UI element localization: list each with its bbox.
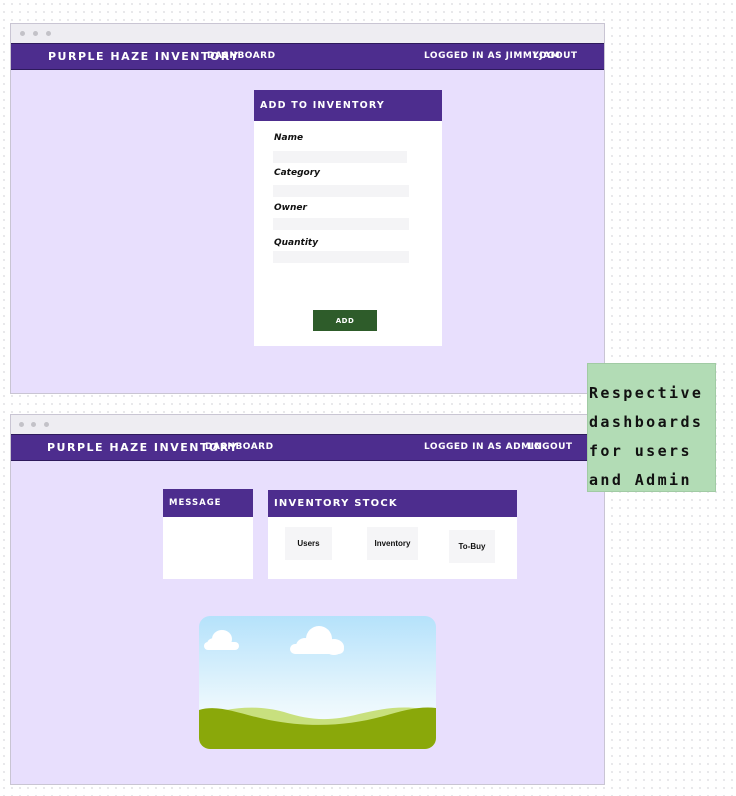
users-button[interactable]: Users bbox=[285, 527, 332, 560]
note-line: Respective bbox=[589, 384, 704, 402]
window-dot-icon bbox=[44, 422, 49, 427]
owner-label: Owner bbox=[274, 203, 307, 213]
message-board-card: Message Board bbox=[163, 489, 253, 579]
logged-in-status: Logged in as Admin bbox=[424, 442, 543, 452]
user-dashboard-window: Purple Haze Inventory Dashboard Logged i… bbox=[10, 23, 605, 394]
category-label: Category bbox=[274, 168, 321, 178]
name-label: Name bbox=[274, 133, 304, 143]
note-line: dashboards bbox=[589, 413, 704, 431]
card-title: Add to Inventory bbox=[254, 90, 442, 121]
category-input[interactable] bbox=[273, 185, 409, 197]
window-dot-icon bbox=[31, 422, 36, 427]
name-input[interactable] bbox=[273, 151, 407, 163]
window-dot-icon bbox=[20, 31, 25, 36]
add-button[interactable]: Add bbox=[313, 310, 377, 331]
inventory-button[interactable]: Inventory bbox=[367, 527, 418, 560]
note-line: and Admin bbox=[589, 471, 692, 489]
window-dot-icon bbox=[33, 31, 38, 36]
sticky-note: Respective dashboards for users and Admi… bbox=[587, 363, 716, 492]
navbar: Purple Haze Inventory Dashboard Logged i… bbox=[11, 434, 604, 461]
quantity-label: Quantity bbox=[274, 238, 319, 248]
card-title: Inventory Stock bbox=[268, 490, 517, 517]
landscape-image-placeholder-icon bbox=[199, 616, 436, 749]
note-line: for users bbox=[589, 442, 692, 460]
owner-input[interactable] bbox=[273, 218, 409, 230]
add-inventory-card: Add to Inventory Name Category Owner Qua… bbox=[254, 90, 442, 346]
card-title: Message Board bbox=[163, 489, 253, 536]
window-titlebar bbox=[11, 24, 604, 43]
nav-dashboard-link[interactable]: Dashboard bbox=[205, 442, 274, 452]
logout-link[interactable]: Logout bbox=[528, 442, 573, 452]
to-buy-button[interactable]: To-Buy bbox=[449, 530, 495, 563]
window-dot-icon bbox=[46, 31, 51, 36]
window-titlebar bbox=[11, 415, 604, 434]
navbar: Purple Haze Inventory Dashboard Logged i… bbox=[11, 43, 604, 70]
window-dot-icon bbox=[19, 422, 24, 427]
admin-dashboard-window: Purple Haze Inventory Dashboard Logged i… bbox=[10, 414, 605, 785]
inventory-stock-card: Inventory Stock Users Inventory To-Buy bbox=[268, 490, 517, 579]
logout-link[interactable]: Logout bbox=[533, 51, 578, 61]
nav-dashboard-link[interactable]: Dashboard bbox=[207, 51, 276, 61]
quantity-input[interactable] bbox=[273, 251, 409, 263]
